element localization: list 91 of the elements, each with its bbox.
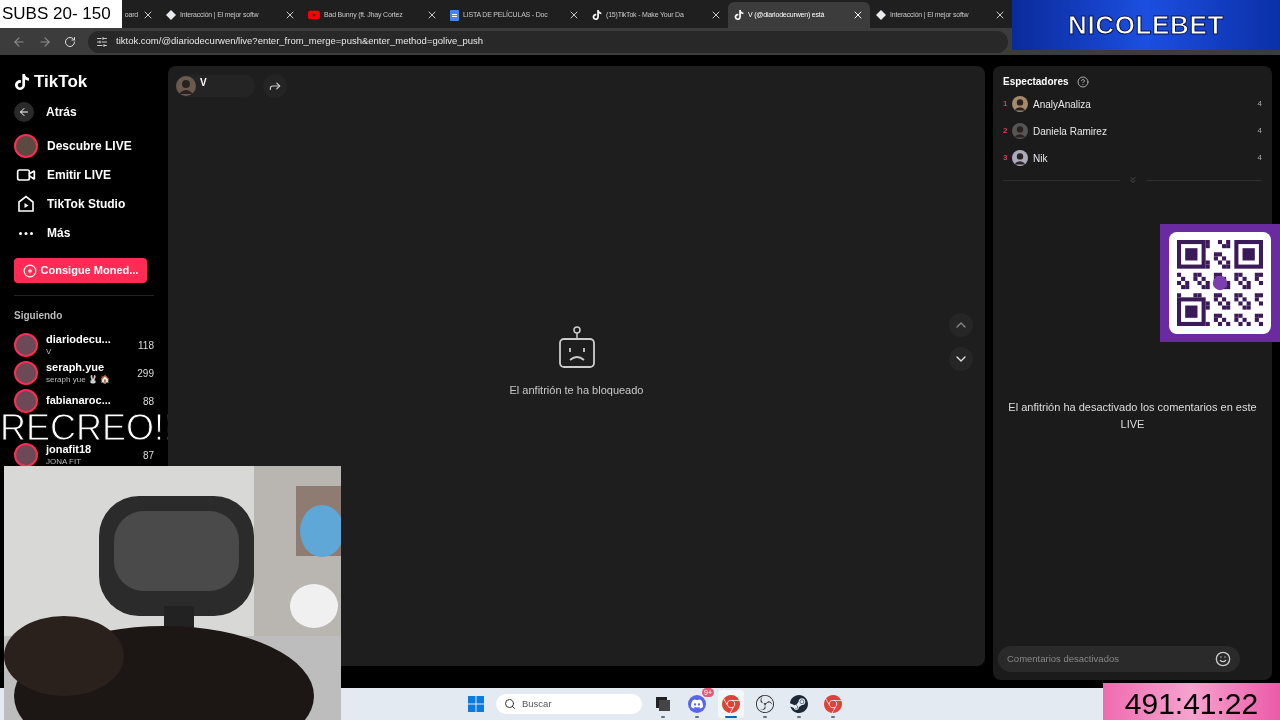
display-name: seraph yue 🐰 🏠: [46, 374, 112, 385]
avatar: [14, 443, 38, 467]
play-icon: [308, 9, 320, 21]
display-name: V: [46, 346, 53, 357]
nav-item[interactable]: Más: [14, 222, 71, 244]
following-item[interactable]: fabianaroc... 88: [14, 389, 154, 413]
host-chip[interactable]: V: [176, 75, 255, 97]
nav-item[interactable]: Emitir LIVE: [14, 164, 111, 186]
window-stack-icon: [656, 697, 670, 711]
back-link[interactable]: Atrás: [14, 101, 77, 123]
following-item[interactable]: diariodecu... V 118: [14, 333, 154, 357]
tiktok-icon: [734, 10, 744, 20]
rank-number: 3: [1003, 152, 1007, 164]
comments-disabled-notice: El anfitrión ha desactivado los comentarios en este LIVE: [1007, 400, 1258, 432]
host-avatar: [176, 76, 196, 96]
reload-icon[interactable]: [64, 35, 76, 48]
avatar-icon: [14, 134, 38, 158]
url-text: tiktok.com/@diariodecurwen/live?enter_from_merge=push&enter_method=golive_push: [116, 34, 484, 49]
subscriber-counter: SUBS 20- 150: [0, 0, 122, 28]
close-icon[interactable]: [426, 9, 438, 21]
chrome-icon: [824, 695, 842, 713]
viewer-row[interactable]: 1 AnalyAnaliza 4: [1003, 95, 1262, 113]
comment-input[interactable]: Comentarios desactivados: [1007, 651, 1177, 667]
display-name: JONA FIT: [46, 456, 83, 467]
viewer-row[interactable]: 3 Nik 4: [1003, 149, 1262, 167]
discord-icon: [688, 695, 706, 713]
search-input[interactable]: Buscar: [522, 696, 622, 712]
viewer-score: 4: [1257, 98, 1262, 110]
chrome-icon: [722, 695, 740, 713]
site-settings-icon: [96, 35, 108, 48]
taskbar-search-field[interactable]: Buscar: [496, 694, 642, 714]
share-arrow-icon: [267, 79, 282, 93]
username: fabianaroc...: [46, 394, 112, 408]
username: seraph.yue: [46, 361, 106, 375]
following-item[interactable]: seraph.yue seraph yue 🐰 🏠 299: [14, 361, 154, 385]
viewer-count: 87: [142, 448, 154, 463]
house-play-icon: [17, 195, 35, 213]
close-icon[interactable]: [142, 9, 154, 21]
obs-icon: [756, 695, 774, 713]
panel-title: Espectadores: [1003, 75, 1069, 89]
nav-item[interactable]: Descubre LIVE: [14, 135, 132, 157]
tiktok-icon: [592, 10, 602, 20]
more-icon: [19, 231, 33, 235]
comment-field[interactable]: Comentarios desactivados: [998, 646, 1240, 672]
coin-icon: [22, 263, 37, 278]
viewer-count: 118: [138, 338, 154, 353]
close-icon[interactable]: [568, 9, 580, 21]
brand-banner: NICOLEBET: [1012, 0, 1280, 50]
avatar: [1012, 96, 1028, 112]
diamond-icon: [166, 10, 176, 20]
help-icon[interactable]: [1076, 75, 1089, 88]
share-button[interactable]: [262, 74, 287, 98]
stream-timer: 491:41:22: [1103, 683, 1280, 720]
nav-item[interactable]: TikTok Studio: [14, 193, 126, 215]
viewer-name: AnalyAnaliza: [1033, 97, 1092, 112]
username: diariodecu...: [46, 333, 112, 347]
section-title: Siguiendo: [14, 309, 64, 323]
document-icon: [450, 9, 459, 21]
rank-number: 2: [1003, 125, 1007, 137]
viewer-count: 88: [142, 394, 154, 409]
viewer-row[interactable]: 2 Daniela Ramirez 4: [1003, 122, 1262, 140]
tiktok-logo[interactable]: TikTok: [14, 71, 88, 93]
get-coins-button[interactable]: Consigue Moned...: [14, 258, 147, 283]
steam-icon: [790, 695, 808, 713]
back-arrow-icon: [18, 106, 30, 118]
emoji-icon[interactable]: [1215, 651, 1231, 667]
blocked-message: El anfitrión te ha bloqueado: [509, 382, 644, 398]
viewer-score: 4: [1257, 152, 1262, 164]
avatar: [14, 389, 38, 413]
avatar: [1012, 123, 1028, 139]
address-field[interactable]: tiktok.com/@diariodecurwen/live?enter_from_merge=push&enter_method=golive_push: [88, 30, 1008, 53]
viewer-score: 4: [1257, 125, 1262, 137]
host-name: V: [200, 76, 207, 90]
viewer-count: 299: [137, 366, 154, 381]
close-icon[interactable]: [710, 9, 722, 21]
forward-icon[interactable]: [38, 34, 52, 49]
username: jonafit18: [46, 443, 93, 457]
diamond-icon: [876, 10, 886, 20]
sad-robot-icon: [557, 325, 596, 370]
viewer-name: Daniela Ramirez: [1033, 124, 1108, 139]
avatar: [1012, 150, 1028, 166]
avatar: [14, 361, 38, 385]
avatar: [14, 333, 38, 357]
viewer-name: Nik: [1033, 151, 1049, 166]
search-icon: [504, 698, 516, 710]
back-icon[interactable]: [12, 34, 26, 49]
close-icon[interactable]: [284, 9, 296, 21]
close-icon[interactable]: [994, 9, 1006, 21]
rank-number: 1: [1003, 98, 1007, 110]
next-button[interactable]: [949, 347, 973, 371]
close-icon[interactable]: [852, 9, 864, 21]
